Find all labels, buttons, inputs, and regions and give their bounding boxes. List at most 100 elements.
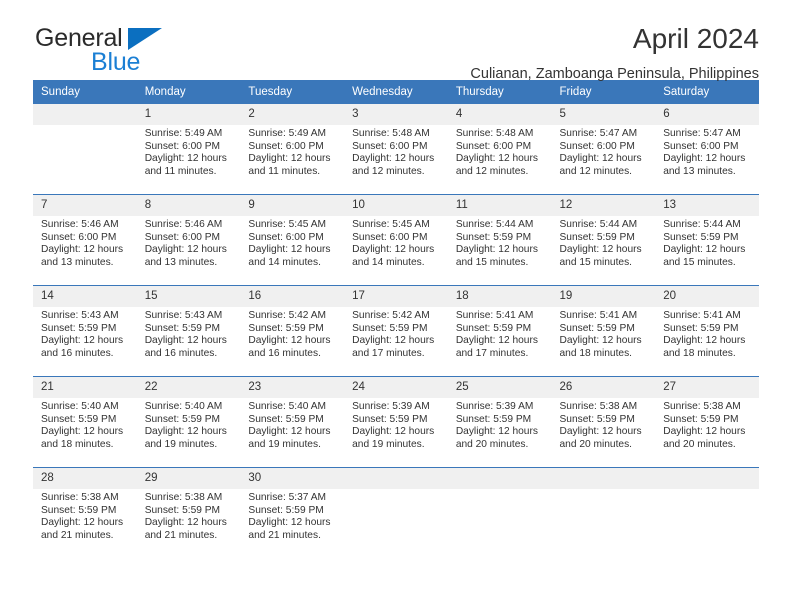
day-cell[interactable]: 15 Sunrise: 5:43 AM Sunset: 5:59 PM Dayl… (136, 285, 241, 377)
sunset-text: Sunset: 5:59 PM (248, 322, 324, 334)
day-cell[interactable] (655, 467, 759, 558)
day-cell[interactable]: 11 Sunrise: 5:44 AM Sunset: 5:59 PM Dayl… (447, 194, 552, 286)
week-row: 14 Sunrise: 5:43 AM Sunset: 5:59 PM Dayl… (33, 285, 759, 377)
calendar-table: Sunday Monday Tuesday Wednesday Thursday… (33, 80, 759, 558)
day-number: 3 (344, 104, 448, 125)
sunrise-text: Sunrise: 5:43 AM (144, 310, 223, 321)
general-blue-logo: General Blue (35, 26, 235, 80)
sunset-text: Sunset: 6:00 PM (352, 231, 428, 243)
sunset-text: Sunset: 6:00 PM (41, 231, 117, 243)
daylight-text-line1: Daylight: 12 hours (559, 335, 642, 347)
daylight-text-line2: and 15 minutes. (559, 256, 633, 268)
day-cell[interactable]: 2 Sunrise: 5:49 AM Sunset: 6:00 PM Dayli… (240, 104, 345, 195)
day-cell[interactable]: 4 Sunrise: 5:48 AM Sunset: 6:00 PM Dayli… (447, 104, 552, 195)
page-subtitle: Culianan, Zamboanga Peninsula, Philippin… (470, 66, 759, 82)
day-details: Sunrise: 5:40 AM Sunset: 5:59 PM Dayligh… (33, 398, 137, 451)
sunrise-text: Sunrise: 5:46 AM (41, 219, 119, 230)
daylight-text-line2: and 18 minutes. (41, 438, 114, 450)
sunrise-text: Sunrise: 5:40 AM (41, 401, 119, 412)
day-cell[interactable]: 8 Sunrise: 5:46 AM Sunset: 6:00 PM Dayli… (136, 194, 241, 286)
day-number: 17 (344, 286, 448, 307)
sunset-text: Sunset: 6:00 PM (144, 231, 221, 243)
weekday-header-friday: Friday (551, 80, 656, 104)
day-number: 6 (655, 104, 759, 125)
day-cell[interactable]: 9 Sunrise: 5:45 AM Sunset: 6:00 PM Dayli… (240, 194, 345, 286)
day-number: 13 (655, 195, 759, 216)
day-details: Sunrise: 5:38 AM Sunset: 5:59 PM Dayligh… (33, 489, 137, 542)
day-cell[interactable]: 19 Sunrise: 5:41 AM Sunset: 5:59 PM Dayl… (551, 285, 656, 377)
day-cell[interactable]: 26 Sunrise: 5:38 AM Sunset: 5:59 PM Dayl… (551, 376, 656, 468)
day-cell[interactable]: 24 Sunrise: 5:39 AM Sunset: 5:59 PM Dayl… (344, 376, 448, 468)
calendar-header-row: Sunday Monday Tuesday Wednesday Thursday… (33, 80, 759, 104)
day-details: Sunrise: 5:47 AM Sunset: 6:00 PM Dayligh… (552, 125, 656, 178)
day-cell[interactable]: 17 Sunrise: 5:42 AM Sunset: 5:59 PM Dayl… (344, 285, 448, 377)
daylight-text-line1: Daylight: 12 hours (144, 517, 227, 529)
week-row: 1 Sunrise: 5:49 AM Sunset: 6:00 PM Dayli… (33, 104, 759, 195)
sunset-text: Sunset: 6:00 PM (663, 140, 739, 152)
daylight-text-line2: and 18 minutes. (663, 347, 736, 359)
day-cell[interactable]: 18 Sunrise: 5:41 AM Sunset: 5:59 PM Dayl… (447, 285, 552, 377)
day-cell[interactable] (33, 104, 137, 195)
day-cell[interactable] (344, 467, 448, 558)
day-details: Sunrise: 5:41 AM Sunset: 5:59 PM Dayligh… (655, 307, 759, 360)
day-cell[interactable]: 6 Sunrise: 5:47 AM Sunset: 6:00 PM Dayli… (655, 104, 759, 195)
sunset-text: Sunset: 5:59 PM (41, 504, 117, 516)
sunrise-text: Sunrise: 5:45 AM (248, 219, 326, 230)
sunset-text: Sunset: 6:00 PM (144, 140, 221, 152)
daylight-text-line1: Daylight: 12 hours (559, 153, 642, 165)
weekday-header-thursday: Thursday (447, 80, 552, 104)
day-number: 19 (551, 286, 656, 307)
sunset-text: Sunset: 5:59 PM (144, 322, 221, 334)
day-cell[interactable]: 20 Sunrise: 5:41 AM Sunset: 5:59 PM Dayl… (655, 285, 759, 377)
day-cell[interactable]: 23 Sunrise: 5:40 AM Sunset: 5:59 PM Dayl… (240, 376, 345, 468)
day-number (551, 468, 656, 489)
day-cell[interactable]: 14 Sunrise: 5:43 AM Sunset: 5:59 PM Dayl… (33, 285, 137, 377)
sunrise-text: Sunrise: 5:48 AM (352, 128, 430, 139)
day-cell[interactable]: 27 Sunrise: 5:38 AM Sunset: 5:59 PM Dayl… (655, 376, 759, 468)
daylight-text-line1: Daylight: 12 hours (144, 335, 227, 347)
daylight-text-line2: and 21 minutes. (248, 529, 321, 541)
calendar-page: General Blue April 2024 Culianan, Zamboa… (0, 0, 792, 612)
day-cell[interactable]: 30 Sunrise: 5:37 AM Sunset: 5:59 PM Dayl… (240, 467, 345, 558)
day-cell[interactable] (447, 467, 552, 558)
day-number: 2 (240, 104, 345, 125)
day-details: Sunrise: 5:43 AM Sunset: 5:59 PM Dayligh… (33, 307, 137, 360)
day-number: 8 (136, 195, 241, 216)
day-cell[interactable]: 7 Sunrise: 5:46 AM Sunset: 6:00 PM Dayli… (33, 194, 137, 286)
day-cell[interactable]: 21 Sunrise: 5:40 AM Sunset: 5:59 PM Dayl… (33, 376, 137, 468)
day-cell[interactable]: 29 Sunrise: 5:38 AM Sunset: 5:59 PM Dayl… (136, 467, 241, 558)
day-cell[interactable]: 25 Sunrise: 5:39 AM Sunset: 5:59 PM Dayl… (447, 376, 552, 468)
daylight-text-line1: Daylight: 12 hours (248, 153, 331, 165)
sunset-text: Sunset: 6:00 PM (455, 140, 532, 152)
sunset-text: Sunset: 6:00 PM (352, 140, 428, 152)
day-cell[interactable]: 22 Sunrise: 5:40 AM Sunset: 5:59 PM Dayl… (136, 376, 241, 468)
day-cell[interactable]: 10 Sunrise: 5:45 AM Sunset: 6:00 PM Dayl… (344, 194, 448, 286)
day-cell[interactable]: 12 Sunrise: 5:44 AM Sunset: 5:59 PM Dayl… (551, 194, 656, 286)
day-details: Sunrise: 5:42 AM Sunset: 5:59 PM Dayligh… (344, 307, 448, 360)
day-cell[interactable]: 28 Sunrise: 5:38 AM Sunset: 5:59 PM Dayl… (33, 467, 137, 558)
day-details: Sunrise: 5:49 AM Sunset: 6:00 PM Dayligh… (240, 125, 344, 178)
daylight-text-line1: Daylight: 12 hours (663, 153, 746, 165)
week-row: 28 Sunrise: 5:38 AM Sunset: 5:59 PM Dayl… (33, 467, 759, 558)
daylight-text-line2: and 19 minutes. (144, 438, 218, 450)
daylight-text-line1: Daylight: 12 hours (41, 244, 124, 256)
daylight-text-line1: Daylight: 12 hours (248, 517, 331, 529)
daylight-text-line1: Daylight: 12 hours (663, 244, 746, 256)
day-cell[interactable]: 1 Sunrise: 5:49 AM Sunset: 6:00 PM Dayli… (136, 104, 241, 195)
daylight-text-line1: Daylight: 12 hours (352, 244, 435, 256)
day-details: Sunrise: 5:42 AM Sunset: 5:59 PM Dayligh… (240, 307, 344, 360)
daylight-text-line1: Daylight: 12 hours (144, 153, 227, 165)
sunrise-text: Sunrise: 5:46 AM (144, 219, 223, 230)
day-cell[interactable]: 3 Sunrise: 5:48 AM Sunset: 6:00 PM Dayli… (344, 104, 448, 195)
daylight-text-line2: and 13 minutes. (663, 165, 736, 177)
day-details (448, 489, 552, 492)
day-cell[interactable]: 5 Sunrise: 5:47 AM Sunset: 6:00 PM Dayli… (551, 104, 656, 195)
day-cell[interactable]: 16 Sunrise: 5:42 AM Sunset: 5:59 PM Dayl… (240, 285, 345, 377)
sunset-text: Sunset: 5:59 PM (559, 322, 635, 334)
sunrise-text: Sunrise: 5:38 AM (663, 401, 741, 412)
day-cell[interactable] (551, 467, 656, 558)
day-number: 14 (33, 286, 137, 307)
day-cell[interactable]: 13 Sunrise: 5:44 AM Sunset: 5:59 PM Dayl… (655, 194, 759, 286)
daylight-text-line1: Daylight: 12 hours (663, 426, 746, 438)
daylight-text-line2: and 17 minutes. (352, 347, 425, 359)
